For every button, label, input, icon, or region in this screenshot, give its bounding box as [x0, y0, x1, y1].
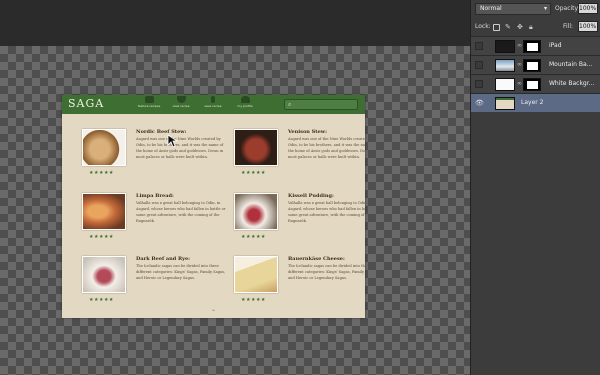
lock-image-icon[interactable]: ✎ [505, 23, 511, 31]
visibility-toggle[interactable] [475, 61, 483, 69]
layer-thumbnail [495, 97, 515, 110]
layer-name: Mountain Ba... [549, 61, 593, 68]
layer-mountain-background[interactable]: ∞ Mountain Ba... [471, 55, 600, 74]
recipe-description: The Icelandic sagas can be divided into … [136, 264, 226, 280]
star-rating: ★★★★★ [241, 234, 266, 240]
link-icon: ∞ [517, 80, 522, 87]
nav-label: feature recipes [137, 104, 161, 108]
opacity-field[interactable]: 100% [578, 3, 598, 14]
recipe-photo [234, 129, 278, 166]
eye-icon[interactable]: 👁︎ [475, 99, 484, 107]
layer-name: iPad [549, 42, 562, 49]
recipe-description: Asgard was one of the Nine Worlds create… [288, 137, 365, 159]
recipe-title: Kissell Pudding: [288, 193, 334, 199]
spoon-icon [211, 96, 215, 103]
star-rating: ★★★★★ [89, 170, 114, 176]
layer-name: White Backgr... [549, 80, 595, 87]
nav-my-profile[interactable]: my profile [230, 96, 260, 113]
recipe-card[interactable]: ★★★★★ Kissell Pudding: Valhalla was a gr… [234, 193, 365, 253]
recipe-card[interactable]: ★★★★★ Limpa Bread: Valhalla was a great … [82, 193, 227, 253]
opacity-label: Opacity: [555, 5, 580, 12]
site-search-input[interactable]: ⌕ [284, 99, 358, 110]
site-logo[interactable]: SAGA [68, 97, 104, 110]
recipe-photo [82, 193, 126, 230]
nav-view-recipe[interactable]: view recipe [166, 96, 196, 113]
person-icon [240, 96, 250, 103]
lock-transparent-icon[interactable] [493, 24, 500, 31]
recipe-title: Dark Beef and Rye: [136, 256, 191, 262]
layer-thumbnail [495, 78, 515, 91]
nav-label: save recipe [204, 104, 222, 108]
search-icon: ⌕ [288, 101, 292, 108]
recipe-title: Bauernkäse Cheese: [288, 256, 345, 262]
nav-save-recipe[interactable]: save recipe [198, 96, 228, 113]
options-bar [0, 0, 470, 46]
recipe-description: The Icelandic sagas can be divided into … [288, 264, 365, 280]
link-icon: ∞ [517, 61, 522, 68]
layer-thumbnail [495, 40, 515, 53]
scroll-down-icon[interactable]: ⌄ [211, 306, 216, 313]
layer-mask-thumbnail [523, 78, 541, 91]
book-icon [144, 96, 154, 103]
link-icon: ∞ [517, 42, 522, 49]
layer-ipad[interactable]: ∞ iPad [471, 36, 600, 55]
fill-field[interactable]: 100% [578, 21, 598, 32]
star-rating: ★★★★★ [241, 297, 266, 303]
lock-position-icon[interactable]: ✥ [517, 23, 523, 31]
recipe-photo [82, 256, 126, 293]
visibility-toggle[interactable] [475, 42, 483, 50]
recipe-card[interactable]: ★★★★★ Bauernkäse Cheese: The Icelandic s… [234, 256, 365, 316]
nav-label: view recipe [172, 104, 190, 108]
visibility-toggle[interactable] [475, 80, 483, 88]
layers-panel: Normal ▾ Opacity: 100% Lock: ✎ ✥ 🔒︎ Fill… [470, 0, 600, 375]
star-rating: ★★★★★ [241, 170, 266, 176]
recipe-card[interactable]: ★★★★★ Dark Beef and Rye: The Icelandic s… [82, 256, 227, 316]
bowl-icon [176, 96, 186, 103]
chevron-down-icon: ▾ [543, 5, 547, 12]
move-cursor-icon [167, 134, 179, 148]
recipe-photo [234, 193, 278, 230]
recipe-title: Limpa Bread: [136, 193, 174, 199]
recipe-card[interactable]: ★★★★★ Nordic Beef Stew: Asgard was one o… [82, 129, 227, 189]
fill-label: Fill: [563, 23, 574, 30]
layer-mask-thumbnail [523, 40, 541, 53]
star-rating: ★★★★★ [89, 297, 114, 303]
site-navbar: SAGA feature recipes view recipe save re… [62, 95, 365, 114]
nav-feature-recipes[interactable]: feature recipes [134, 96, 164, 113]
layer-2[interactable]: 👁︎ Layer 2 [471, 93, 600, 112]
layer-mask-thumbnail [523, 59, 541, 72]
layer-white-background[interactable]: ∞ White Backgr... [471, 74, 600, 93]
website-mockup: SAGA feature recipes view recipe save re… [62, 95, 365, 318]
recipe-card[interactable]: ★★★★★ Venison Stew: Asgard was one of th… [234, 129, 365, 189]
recipe-description: Valhalla was a great hall belonging to O… [288, 201, 365, 223]
layer-thumbnail [495, 59, 515, 72]
blend-mode-value: Normal [480, 5, 502, 12]
blend-mode-select[interactable]: Normal ▾ [475, 3, 551, 15]
nav-label: my profile [237, 104, 253, 108]
recipe-description: Valhalla was a great hall belonging to O… [136, 201, 226, 223]
layer-name: Layer 2 [521, 99, 544, 106]
layers-list: ∞ iPad ∞ Mountain Ba... ∞ White Backgr..… [471, 36, 600, 112]
recipe-photo [82, 129, 126, 166]
lock-label: Lock: [475, 23, 491, 30]
recipe-description: Asgard was one of the Nine Worlds create… [136, 137, 224, 159]
recipe-title: Venison Stew: [288, 129, 327, 135]
recipe-photo [234, 256, 278, 293]
star-rating: ★★★★★ [89, 234, 114, 240]
lock-all-icon[interactable]: 🔒︎ [529, 23, 533, 31]
